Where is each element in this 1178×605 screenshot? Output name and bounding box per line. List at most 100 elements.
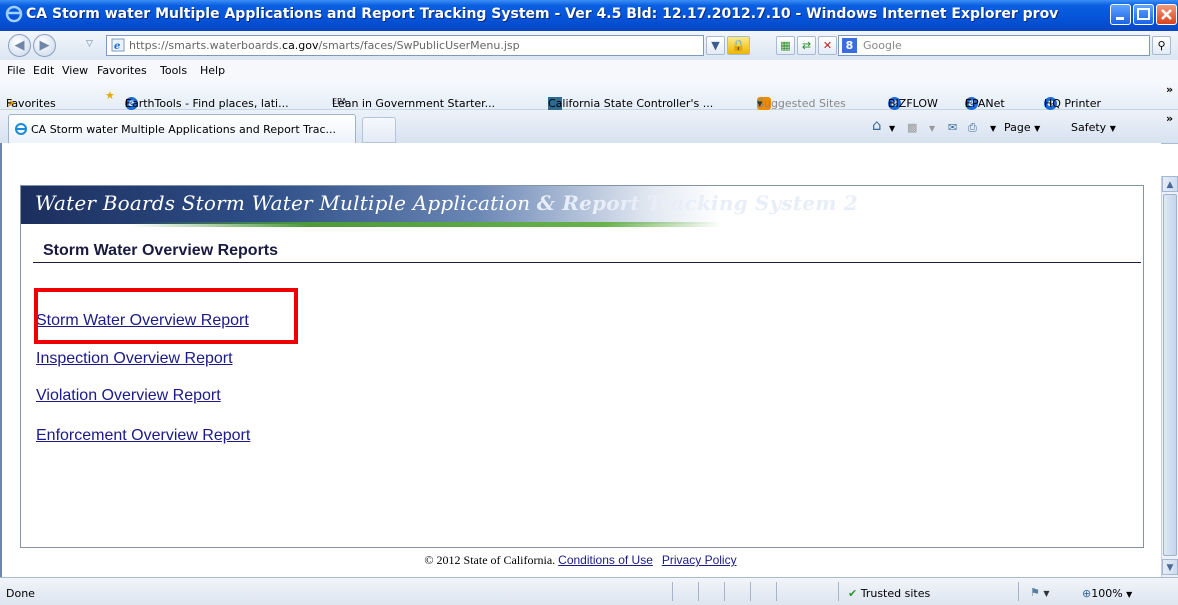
chevron-down-icon: ▼ (711, 39, 720, 52)
security-zone[interactable]: ✔ Trusted sites (848, 587, 930, 600)
status-divider (724, 582, 725, 601)
back-button[interactable]: ◀ (8, 34, 31, 57)
window-title: CA Storm water Multiple Applications and… (26, 6, 1059, 22)
privacy-policy-link[interactable]: Privacy Policy (662, 553, 737, 567)
history-dropdown-icon[interactable]: ▽ (86, 39, 93, 49)
chevron-down-icon: ▾ (757, 97, 763, 110)
banner-title: Water Boards Storm Water Multiple Applic… (35, 191, 858, 215)
more-commands-icon[interactable]: » (1166, 112, 1173, 125)
address-bar-row: ◀ ▶ ▽ e https://smarts.waterboards.ca.go… (0, 31, 1178, 61)
scroll-up-button[interactable]: ▲ (1162, 176, 1178, 192)
maximize-icon (1137, 8, 1150, 20)
add-favorite-icon[interactable]: ★ (105, 89, 115, 102)
home-icon[interactable]: ⌂ (872, 116, 882, 134)
page-heading: Storm Water Overview Reports (43, 242, 279, 259)
favorites-label: Favorites (6, 97, 56, 110)
new-tab-button[interactable] (362, 117, 396, 143)
status-divider (1018, 582, 1019, 601)
svg-text:e: e (114, 41, 120, 52)
scroll-down-icon: ▼ (1166, 563, 1174, 573)
compatibility-icon: ▦ (780, 39, 791, 52)
close-icon (1161, 9, 1172, 20)
zoom-level: 100% (1091, 587, 1123, 600)
tab-active[interactable]: CA Storm water Multiple Applications and… (8, 114, 356, 143)
forward-arrow-icon: ▶ (39, 38, 50, 53)
zoom-control[interactable]: ⊕100% ▼ (1082, 587, 1132, 600)
checkmark-icon: ✔ (848, 587, 858, 600)
maximize-button[interactable] (1133, 4, 1154, 25)
url-path: /smarts/faces/SwPublicUserMenu.jsp (318, 39, 520, 52)
scroll-down-button[interactable]: ▼ (1162, 559, 1178, 575)
menu-favorites[interactable]: Favorites (97, 64, 147, 77)
conditions-of-use-link[interactable]: Conditions of Use (558, 553, 653, 567)
refresh-icon: ⇄ (801, 39, 812, 52)
status-divider (776, 582, 777, 601)
favorite-label: HQ Printer (1044, 97, 1102, 110)
search-button[interactable]: ⚲ (1152, 36, 1171, 55)
minimize-button[interactable] (1110, 4, 1131, 25)
tab-bar: CA Storm water Multiple Applications and… (0, 110, 1178, 144)
favorite-label: EarthTools - Find places, lati... (125, 97, 289, 110)
protected-mode-icon[interactable]: ⚑ ▼ (1030, 586, 1050, 599)
vertical-scrollbar[interactable]: ▲ ▼ (1161, 176, 1178, 577)
menu-view[interactable]: View (62, 64, 88, 77)
address-field[interactable]: e https://smarts.waterboards.ca.gov/smar… (106, 35, 704, 56)
more-favorites-icon[interactable]: » (1166, 83, 1173, 96)
status-divider (672, 582, 673, 601)
status-divider (750, 582, 751, 601)
print-icon[interactable]: ⎙ (968, 121, 977, 135)
search-icon: ⚲ (1157, 39, 1166, 52)
scrollbar-thumb[interactable] (1163, 194, 1177, 556)
menu-edit[interactable]: Edit (33, 64, 54, 77)
browser-window: CA Storm water Multiple Applications and… (0, 0, 1178, 605)
tab-title: CA Storm water Multiple Applications and… (31, 123, 337, 136)
favorite-label: BIZFLOW (888, 97, 938, 110)
highlight-box (34, 288, 298, 344)
address-dropdown-button[interactable]: ▼ (706, 36, 725, 55)
chevron-down-icon: ▼ (1126, 590, 1133, 599)
stop-icon: ✕ (822, 39, 833, 52)
minimize-icon (1116, 17, 1124, 20)
zoom-icon: ⊕ (1082, 587, 1092, 600)
search-input[interactable]: 8 Google (838, 35, 1150, 56)
home-dropdown-icon[interactable]: ▼ (889, 124, 895, 133)
page-footer: © 2012 State of California. Conditions o… (0, 553, 1161, 568)
lock-icon: 🔒 (731, 39, 746, 52)
ie-tab-icon (15, 123, 27, 135)
safety-menu[interactable]: Safety ▼ (1071, 121, 1116, 134)
chevron-down-icon: ▼ (1034, 124, 1041, 133)
favorite-label: Suggested Sites (757, 97, 846, 110)
security-lock-button[interactable]: 🔒 (727, 36, 750, 55)
favorite-label: Lean in Government Starter... (332, 97, 496, 110)
status-text: Done (6, 587, 35, 600)
refresh-button[interactable]: ⇄ (797, 36, 816, 55)
banner-stripe (131, 222, 721, 227)
feeds-dropdown-icon[interactable]: ▼ (929, 124, 935, 133)
compatibility-button[interactable]: ▦ (776, 36, 795, 55)
menu-help[interactable]: Help (200, 64, 225, 77)
status-divider (698, 582, 699, 601)
google-icon: 8 (842, 38, 857, 53)
security-zone-label: Trusted sites (860, 587, 931, 600)
page-icon: e (111, 38, 125, 52)
enforcement-overview-link[interactable]: Enforcement Overview Report (36, 427, 250, 445)
page-menu-label: Page (1004, 121, 1031, 134)
mail-icon[interactable]: ✉ (948, 121, 957, 134)
menu-file[interactable]: File (7, 64, 25, 77)
page-menu[interactable]: Page ▼ (1004, 121, 1040, 134)
violation-overview-link[interactable]: Violation Overview Report (36, 387, 221, 405)
url-prefix: https://smarts.waterboards. (129, 39, 283, 52)
ie-logo-icon (5, 5, 23, 23)
print-dropdown-icon[interactable]: ▼ (990, 124, 996, 133)
favorites-bar: ★ Favorites ★ e EarthTools - Find places,… (0, 81, 1178, 110)
stop-button[interactable]: ✕ (818, 36, 837, 55)
close-button[interactable] (1156, 4, 1177, 25)
feeds-icon[interactable]: ▩ (907, 121, 917, 134)
inspection-overview-link[interactable]: Inspection Overview Report (36, 350, 233, 368)
back-arrow-icon: ◀ (14, 38, 25, 53)
forward-button[interactable]: ▶ (33, 34, 56, 57)
menu-tools[interactable]: Tools (160, 64, 187, 77)
copyright-text: © 2012 State of California. (424, 553, 556, 567)
url-domain: ca.gov (282, 39, 319, 52)
favorite-label: EPANet (965, 97, 1005, 110)
